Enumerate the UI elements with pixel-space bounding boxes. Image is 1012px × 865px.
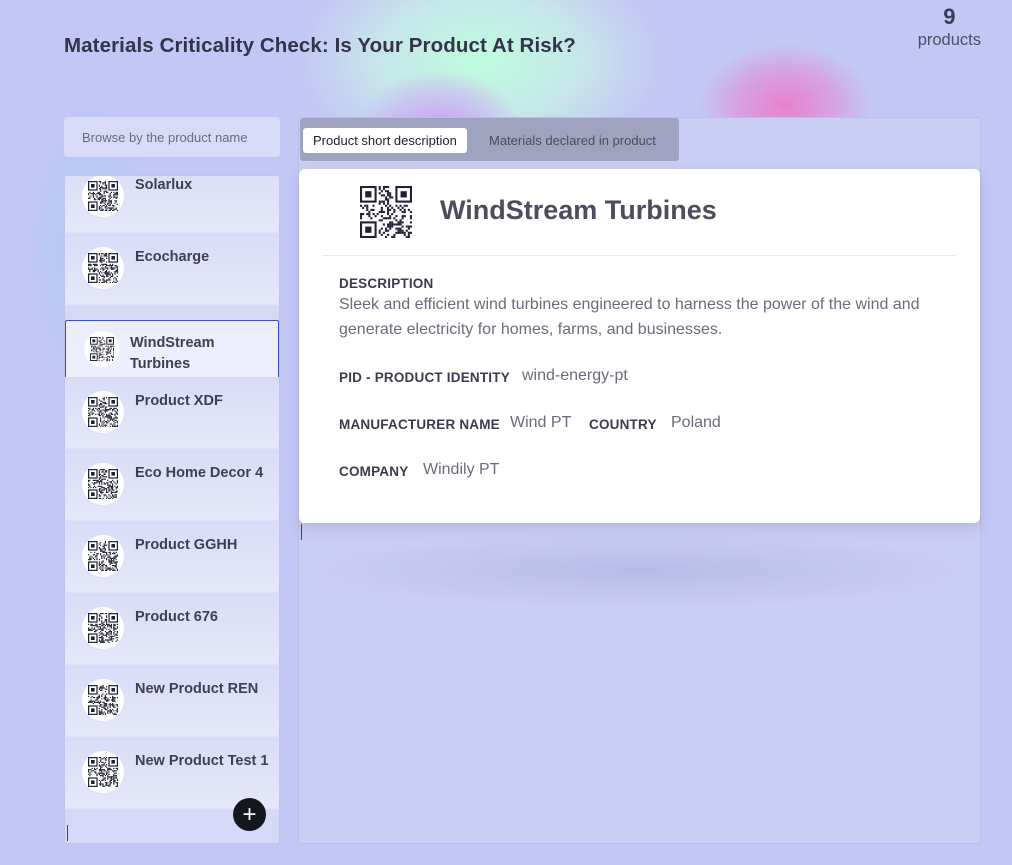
text-cursor: [67, 825, 68, 841]
tab-bar: Product short description Materials decl…: [300, 118, 679, 161]
search-input[interactable]: [64, 117, 280, 157]
add-product-button[interactable]: +: [233, 798, 266, 831]
list-item-product-gghh[interactable]: Product GGHH: [65, 521, 279, 593]
company-label: COMPANY: [339, 464, 409, 479]
list-item-product-xdf[interactable]: Product XDF: [65, 377, 279, 449]
list-item-new-product-ren[interactable]: New Product REN: [65, 665, 279, 737]
qr-code-icon: [82, 751, 124, 793]
product-count: 9 products: [918, 4, 981, 50]
list-item-label: New Product Test 1: [135, 753, 269, 769]
text-cursor: [301, 524, 302, 540]
qr-code-icon: [82, 679, 124, 721]
divider: [322, 255, 956, 256]
pid-value: wind-energy-pt: [522, 367, 628, 384]
list-item-product-676[interactable]: Product 676: [65, 593, 279, 665]
tab-product-short-description[interactable]: Product short description: [303, 128, 467, 153]
qr-code-icon: [82, 463, 124, 505]
list-item-eco-home-decor-4[interactable]: Eco Home Decor 4: [65, 449, 279, 521]
qr-code-icon: [360, 186, 412, 238]
list-item-label: WindStream Turbines: [130, 335, 215, 372]
manufacturer-label: MANUFACTURER NAME: [339, 417, 500, 432]
qr-code-icon: [84, 331, 120, 367]
card-shadow: [300, 530, 980, 610]
tab-materials-declared[interactable]: Materials declared in product: [479, 128, 666, 153]
product-detail-card: WindStream Turbines DESCRIPTION Sleek an…: [299, 169, 980, 523]
product-count-number: 9: [943, 4, 956, 29]
product-list: Solarlux Ecocharge WindStream Turbines P…: [64, 175, 280, 844]
description-label: DESCRIPTION: [339, 276, 434, 291]
list-item-label: Product GGHH: [135, 537, 238, 553]
list-item-label: New Product REN: [135, 681, 259, 697]
manufacturer-value: Wind PT: [510, 414, 572, 431]
list-item-label: Product 676: [135, 609, 218, 625]
country-value: Poland: [671, 414, 721, 431]
qr-code-icon: [82, 176, 124, 217]
description-text: Sleek and efficient wind turbines engine…: [339, 296, 920, 338]
product-title: WindStream Turbines: [440, 195, 717, 225]
list-item-label: Solarlux: [135, 177, 193, 193]
list-item-label: Product XDF: [135, 393, 223, 409]
page-title: Materials Criticality Check: Is Your Pro…: [64, 34, 576, 57]
list-item-solarlux[interactable]: Solarlux: [65, 176, 279, 233]
list-item-ecocharge[interactable]: Ecocharge: [65, 233, 279, 305]
plus-icon: +: [242, 800, 257, 828]
list-item-label: Eco Home Decor 4: [135, 465, 264, 481]
list-item-label: Ecocharge: [135, 249, 210, 265]
company-value: Windily PT: [423, 461, 500, 478]
pid-label: PID - PRODUCT IDENTITY: [339, 370, 510, 385]
qr-code-icon: [82, 391, 124, 433]
qr-code-icon: [82, 607, 124, 649]
country-label: COUNTRY: [589, 417, 657, 432]
product-count-label: products: [917, 31, 981, 49]
qr-code-icon: [82, 247, 124, 289]
qr-code-icon: [82, 535, 124, 577]
